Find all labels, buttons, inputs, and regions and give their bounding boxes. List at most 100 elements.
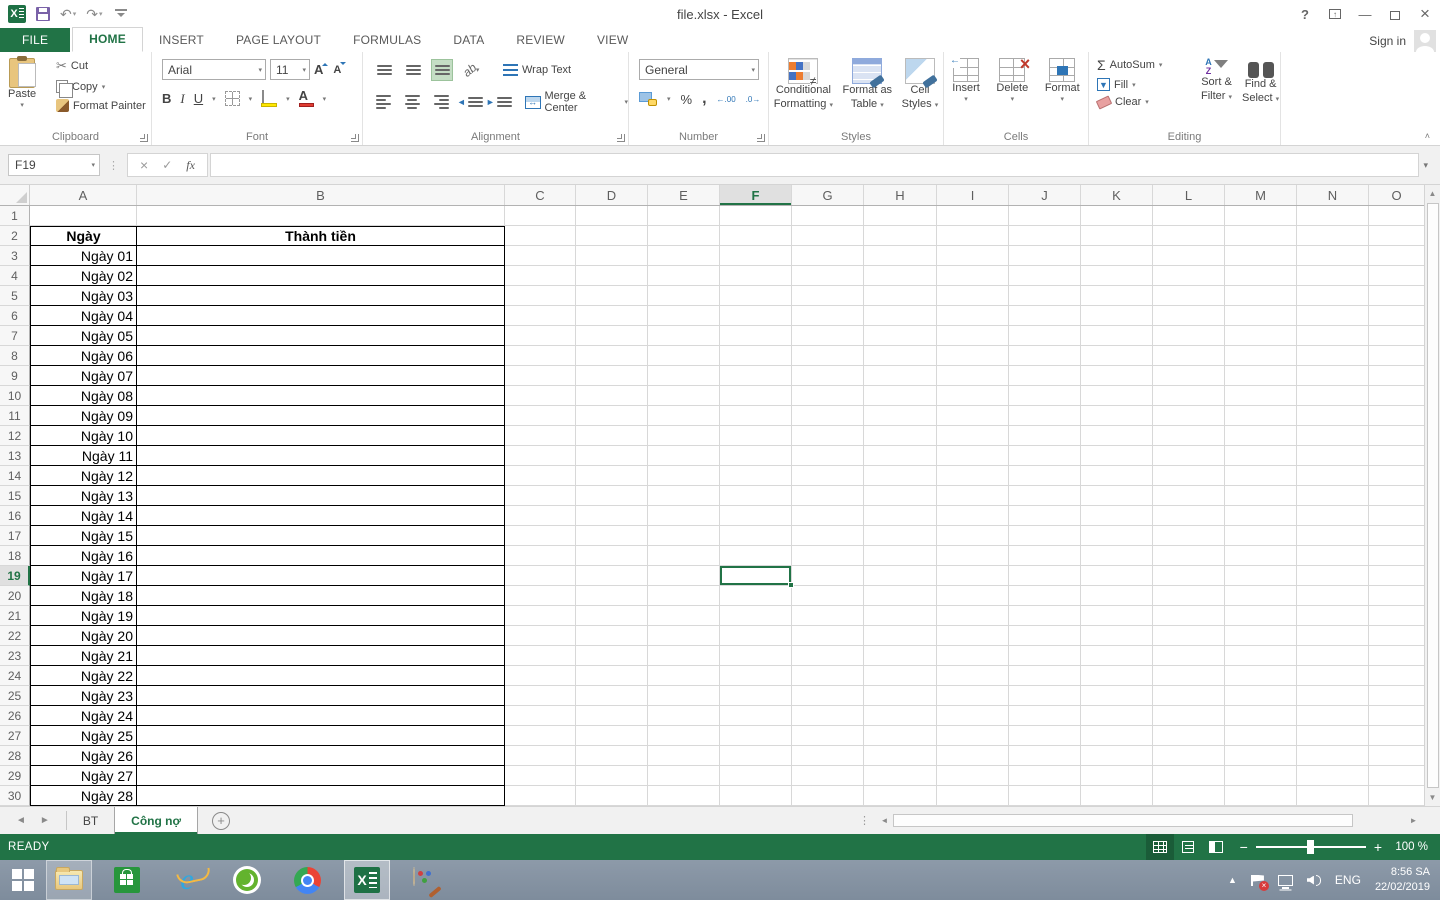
cell-N7[interactable] [1297,326,1369,346]
cell-O24[interactable] [1369,666,1424,686]
cell-N21[interactable] [1297,606,1369,626]
taskbar-excel[interactable]: X [344,860,390,900]
cell-I26[interactable] [937,706,1009,726]
cell-F3[interactable] [720,246,792,266]
cell-L6[interactable] [1153,306,1225,326]
cell-G16[interactable] [792,506,864,526]
cell-C8[interactable] [505,346,576,366]
scroll-left-icon[interactable]: ◄ [876,812,893,829]
font-size-combo[interactable]: 11▾ [270,59,310,80]
cell-K3[interactable] [1081,246,1153,266]
cell-B19[interactable] [137,566,505,586]
orientation-button[interactable]: ab▾ [460,59,482,81]
row-header-11[interactable]: 11 [0,406,30,426]
cell-N26[interactable] [1297,706,1369,726]
minimize-button[interactable]: — [1350,0,1380,28]
cell-A17[interactable]: Ngày 15 [30,526,137,546]
cell-I5[interactable] [937,286,1009,306]
col-header-I[interactable]: I [937,185,1009,205]
bottom-align-button[interactable] [431,59,453,81]
cell-O19[interactable] [1369,566,1424,586]
taskbar-windows-store[interactable] [104,860,150,900]
cell-M28[interactable] [1225,746,1297,766]
col-header-A[interactable]: A [30,185,137,205]
cell-B24[interactable] [137,666,505,686]
cell-F23[interactable] [720,646,792,666]
cell-A23[interactable]: Ngày 21 [30,646,137,666]
cell-C30[interactable] [505,786,576,806]
align-left-button[interactable] [373,91,395,113]
cell-E29[interactable] [648,766,720,786]
cell-G12[interactable] [792,426,864,446]
cell-F15[interactable] [720,486,792,506]
cell-H24[interactable] [864,666,937,686]
cell-J25[interactable] [1009,686,1081,706]
cell-C22[interactable] [505,626,576,646]
cell-L28[interactable] [1153,746,1225,766]
cell-M12[interactable] [1225,426,1297,446]
conditional-formatting-button[interactable]: Conditional Formatting ▾ [774,58,833,112]
cell-G15[interactable] [792,486,864,506]
cell-M1[interactable] [1225,206,1297,226]
row-header-6[interactable]: 6 [0,306,30,326]
cell-K4[interactable] [1081,266,1153,286]
cell-H16[interactable] [864,506,937,526]
confirm-entry-button[interactable]: ✓ [162,158,172,172]
cell-K12[interactable] [1081,426,1153,446]
cell-K24[interactable] [1081,666,1153,686]
row-header-18[interactable]: 18 [0,546,30,566]
cell-N4[interactable] [1297,266,1369,286]
cell-M2[interactable] [1225,226,1297,246]
decrease-font-size-button[interactable]: A [333,64,341,76]
cell-M11[interactable] [1225,406,1297,426]
cell-B4[interactable] [137,266,505,286]
scroll-down-icon[interactable]: ▼ [1425,789,1440,806]
cell-I3[interactable] [937,246,1009,266]
col-header-F[interactable]: F [720,185,792,205]
cell-K1[interactable] [1081,206,1153,226]
network-icon[interactable] [1278,875,1293,886]
zoom-in-button[interactable]: + [1374,839,1382,855]
cell-J9[interactable] [1009,366,1081,386]
cell-E19[interactable] [648,566,720,586]
collapse-ribbon-icon[interactable]: ˄ [1425,131,1430,141]
ribbon-display-options-button[interactable]: ↑ [1320,0,1350,28]
cell-K21[interactable] [1081,606,1153,626]
cell-L3[interactable] [1153,246,1225,266]
sign-in-link[interactable]: Sign in [1369,34,1406,48]
cell-M4[interactable] [1225,266,1297,286]
cell-L22[interactable] [1153,626,1225,646]
cell-F12[interactable] [720,426,792,446]
cell-D22[interactable] [576,626,648,646]
cell-F8[interactable] [720,346,792,366]
font-color-button[interactable]: A [299,90,314,107]
cell-M22[interactable] [1225,626,1297,646]
cell-G8[interactable] [792,346,864,366]
cell-C6[interactable] [505,306,576,326]
cell-M21[interactable] [1225,606,1297,626]
cancel-entry-button[interactable]: × [140,157,148,173]
cell-K27[interactable] [1081,726,1153,746]
cell-O1[interactable] [1369,206,1424,226]
language-indicator[interactable]: ENG [1335,873,1361,887]
cell-C23[interactable] [505,646,576,666]
cell-M7[interactable] [1225,326,1297,346]
cell-D11[interactable] [576,406,648,426]
decrease-indent-button[interactable]: ◄ [459,91,481,113]
zoom-out-button[interactable]: − [1240,839,1248,855]
cell-A29[interactable]: Ngày 27 [30,766,137,786]
cell-O7[interactable] [1369,326,1424,346]
cell-B2[interactable]: Thành tiền [137,226,505,246]
row-header-16[interactable]: 16 [0,506,30,526]
format-painter-button[interactable]: Format Painter [56,99,146,112]
cell-K14[interactable] [1081,466,1153,486]
zoom-level[interactable]: 100 % [1392,841,1440,853]
cell-F24[interactable] [720,666,792,686]
cell-E1[interactable] [648,206,720,226]
cell-J10[interactable] [1009,386,1081,406]
cell-B27[interactable] [137,726,505,746]
cell-N14[interactable] [1297,466,1369,486]
cell-N20[interactable] [1297,586,1369,606]
cell-G1[interactable] [792,206,864,226]
row-header-29[interactable]: 29 [0,766,30,786]
